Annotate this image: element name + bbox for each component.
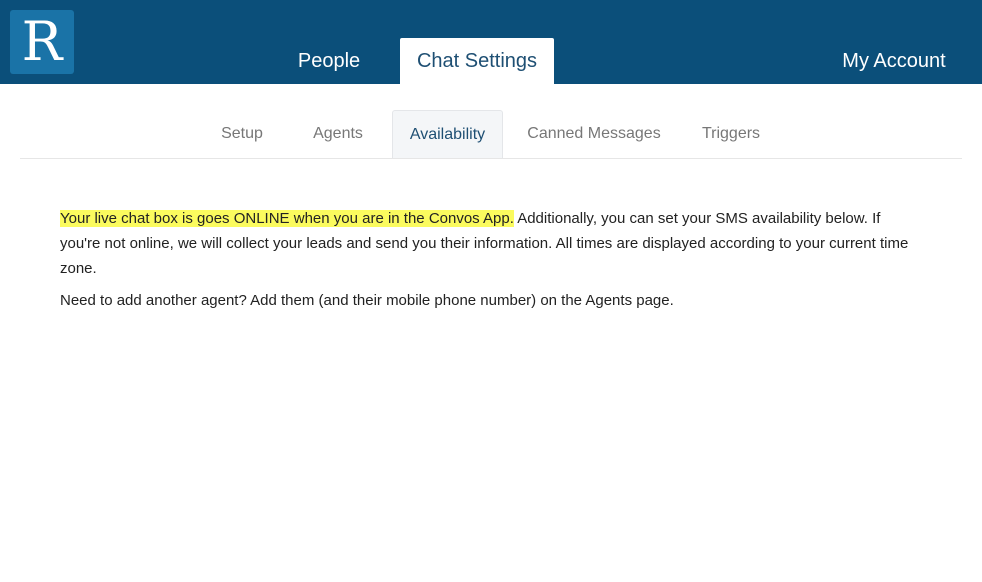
- nav-tab-my-account[interactable]: My Account: [832, 38, 956, 84]
- availability-intro: Your live chat box is goes ONLINE when y…: [60, 206, 910, 281]
- nav-tab-chat-settings[interactable]: Chat Settings: [400, 38, 554, 84]
- availability-content: Your live chat box is goes ONLINE when y…: [60, 206, 910, 320]
- subnav-tab-triggers[interactable]: Triggers: [694, 110, 768, 158]
- agents-note: Need to add another agent? Add them (and…: [60, 292, 674, 309]
- subnav-tab-setup[interactable]: Setup: [210, 110, 274, 158]
- subnav-tab-canned-messages[interactable]: Canned Messages: [524, 110, 664, 158]
- subnav-tab-agents[interactable]: Agents: [302, 110, 374, 158]
- nav-tab-people[interactable]: People: [288, 38, 370, 84]
- subnav-tab-availability[interactable]: Availability: [392, 110, 503, 158]
- top-navigation-bar: R People Chat Settings My Account: [0, 0, 982, 84]
- app-logo[interactable]: R: [10, 10, 74, 74]
- settings-subnav: Setup Agents Availability Canned Message…: [20, 110, 962, 159]
- online-highlight-text: Your live chat box is goes ONLINE when y…: [60, 210, 514, 227]
